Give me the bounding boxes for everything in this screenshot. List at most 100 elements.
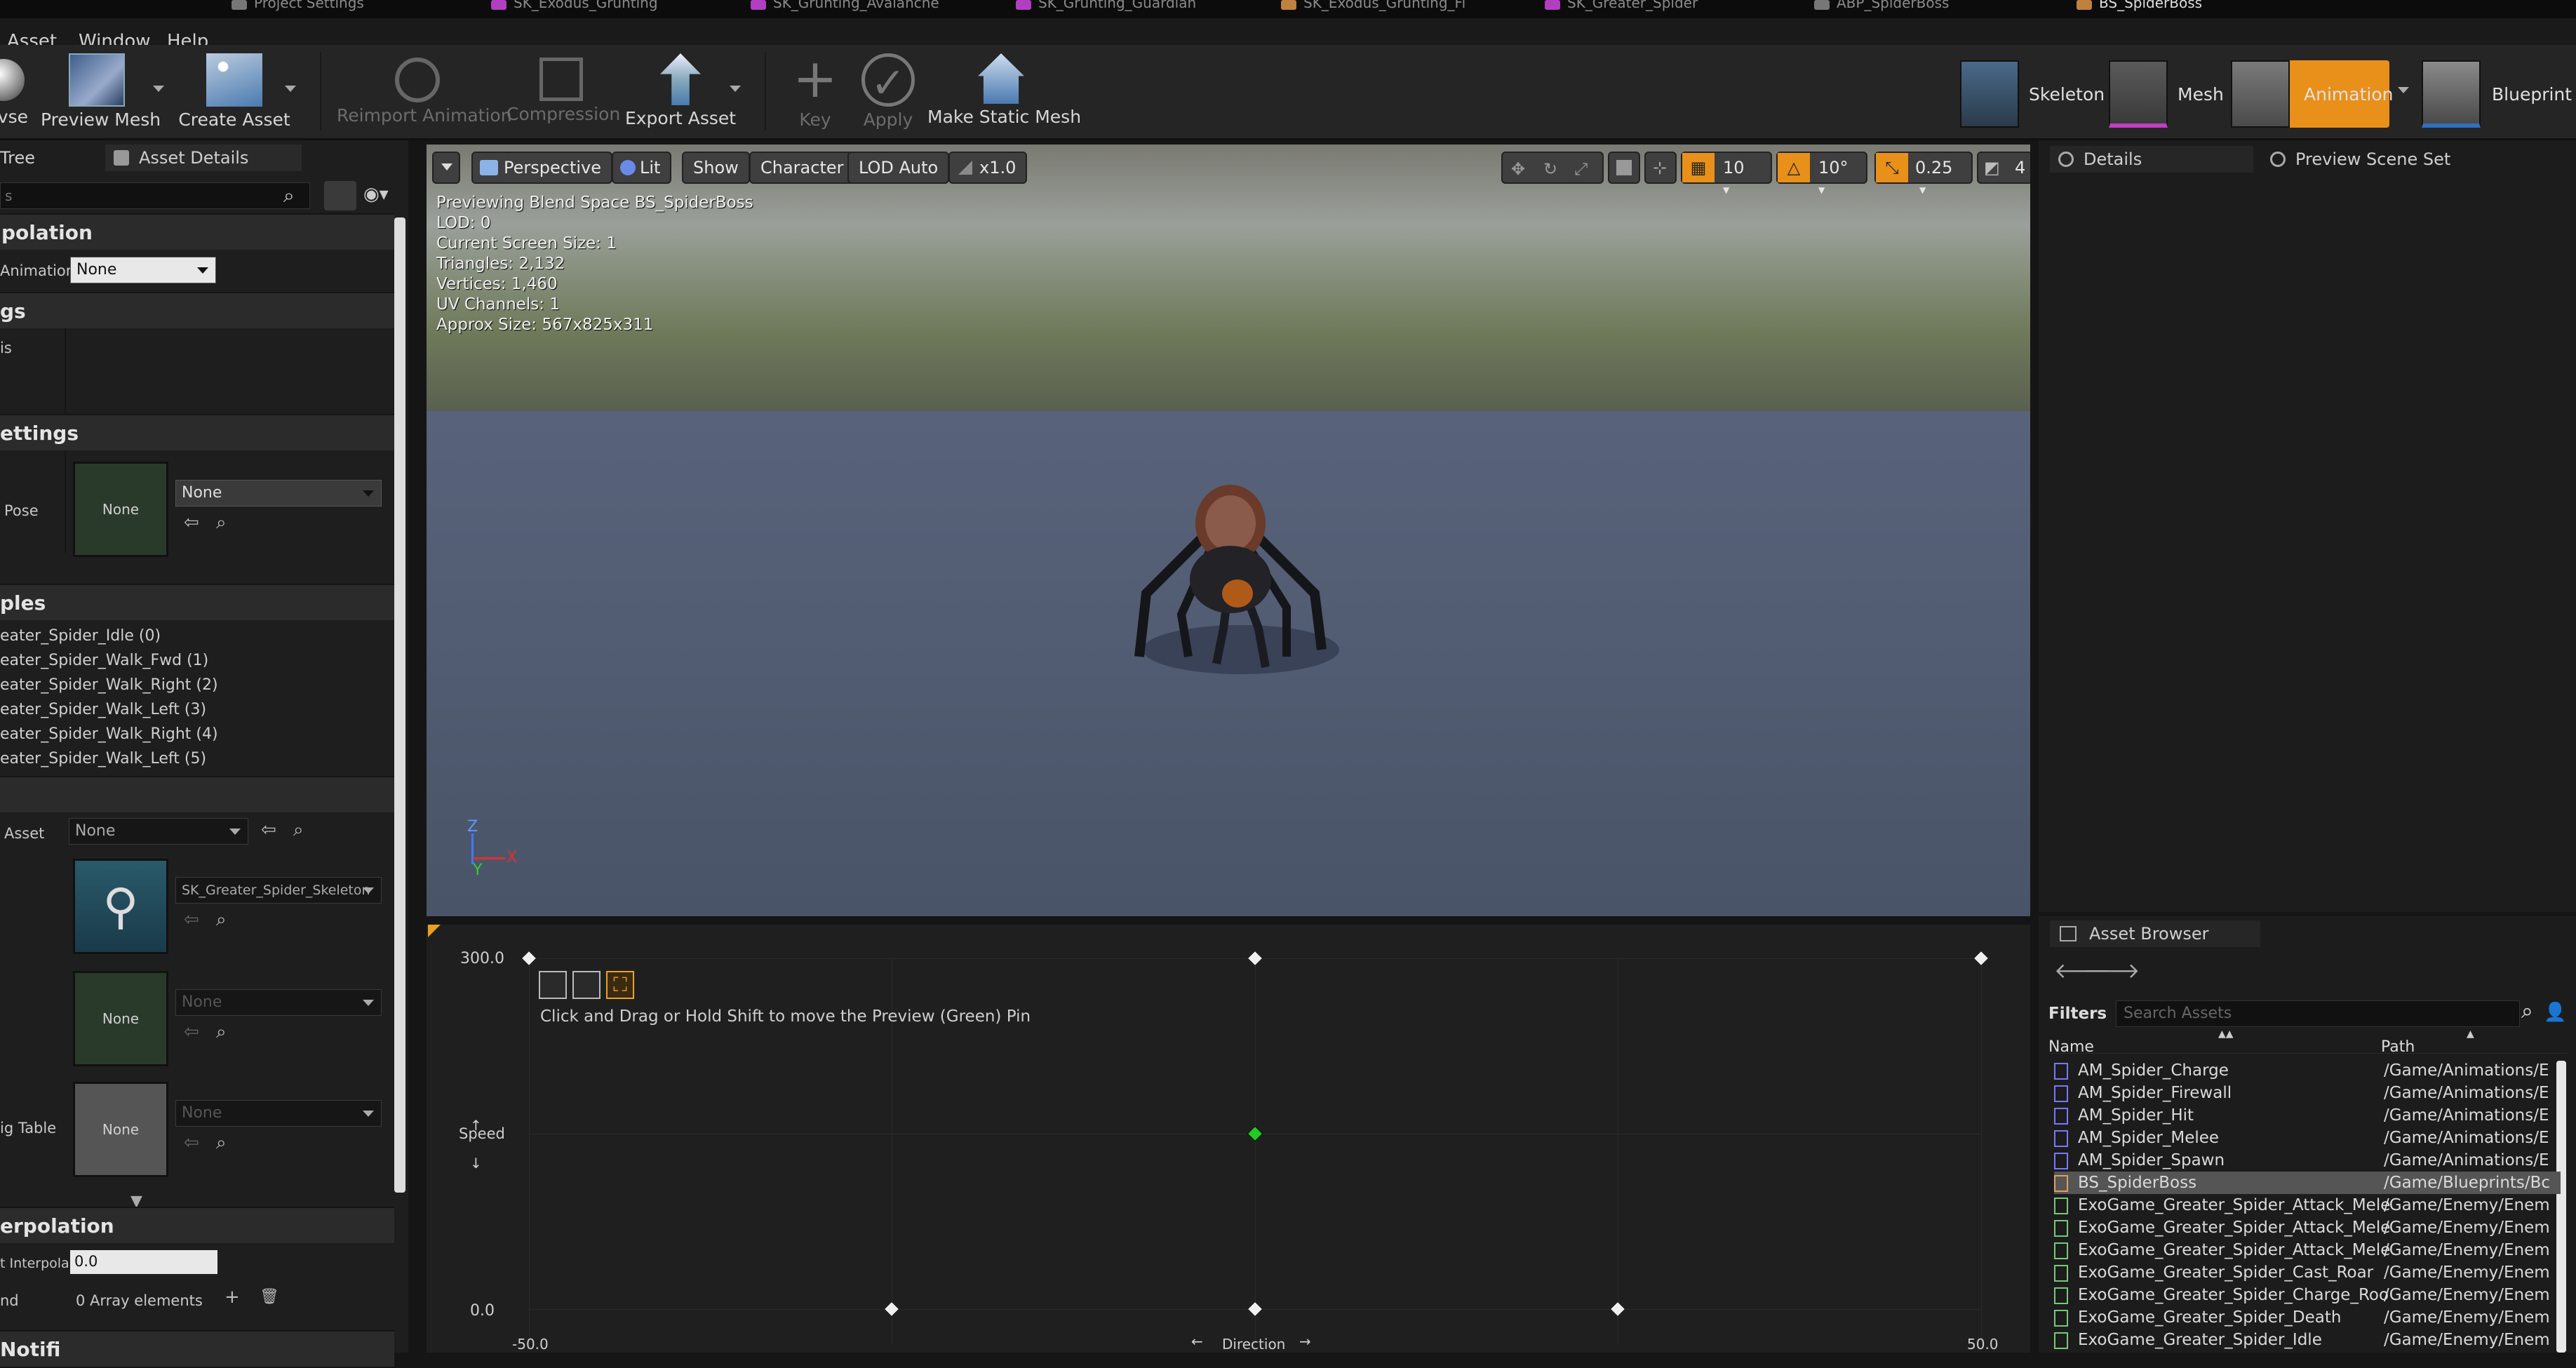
asset-row[interactable]: ExoGame_Greater_Spider_Death/Game/Enemy/… xyxy=(2054,1306,2561,1329)
sample-item[interactable]: eater_Spider_Idle (0) xyxy=(0,627,161,645)
browse-icon[interactable]: ⌕ xyxy=(216,1132,227,1154)
grid-snap-button[interactable]: ▦ 10 ▼ xyxy=(1681,152,1772,195)
transform-tools-group[interactable]: ✥ ↻ ⤢ xyxy=(1501,152,1604,184)
doc-tab-bs-spiderboss[interactable]: BS_SpiderBoss xyxy=(2077,0,2266,15)
asset-dropdown[interactable]: None xyxy=(69,818,248,845)
asset-row[interactable]: AM_Spider_Charge/Game/Animations/E xyxy=(2054,1059,2561,1082)
mode-mesh-button[interactable]: Mesh xyxy=(2109,60,2228,128)
browse-icon[interactable]: ⌕ xyxy=(293,819,304,841)
thumbnail-none[interactable]: None xyxy=(73,971,168,1066)
pose-dropdown[interactable]: None xyxy=(175,480,382,507)
export-asset-dropdown-icon[interactable] xyxy=(730,86,741,92)
asset-row[interactable]: AM_Spider_Spawn/Game/Animations/E xyxy=(2054,1149,2561,1172)
export-asset-button[interactable]: Export Asset xyxy=(624,49,737,136)
skeleton-thumbnail[interactable]: ⚲ xyxy=(73,859,168,954)
pose-thumbnail[interactable]: None xyxy=(73,462,168,557)
rotation-snap-button[interactable]: △ 10° ▼ xyxy=(1776,152,1867,195)
asset-row[interactable]: ExoGame_Greater_Spider_Attack_Mele/Game/… xyxy=(2054,1194,2561,1216)
value-dropdown[interactable]: None xyxy=(175,989,382,1016)
person-icon[interactable]: 👤 xyxy=(2544,1002,2566,1023)
sample-point[interactable] xyxy=(1609,1301,1626,1317)
blend-space-editor[interactable]: ⛶ Click and Drag or Hold Shift to move t… xyxy=(427,925,2030,1353)
sample-point[interactable] xyxy=(521,950,537,967)
scale-snap-button[interactable]: ⤡ 0.25 ▼ xyxy=(1874,152,1973,195)
create-asset-dropdown-icon[interactable] xyxy=(285,86,296,92)
column-path[interactable]: Path xyxy=(2381,1038,2415,1056)
make-static-mesh-button[interactable]: Make Static Mesh xyxy=(927,49,1081,136)
tab-asset-details[interactable]: Asset Details xyxy=(105,145,302,171)
use-selected-arrow-icon[interactable]: ⇦ xyxy=(261,819,276,840)
filters-button[interactable]: Filters xyxy=(2048,1005,2107,1023)
asset-row[interactable]: ExoGame_Greater_Spider_Attack_Mele/Game/… xyxy=(2054,1216,2561,1239)
asset-row[interactable]: ExoGame_Greater_Spider_Cast_Roar/Game/En… xyxy=(2054,1261,2561,1284)
category-samples[interactable]: ples xyxy=(0,584,394,620)
interpolation-input[interactable]: 0.0 xyxy=(70,1250,217,1274)
details-scrollbar[interactable] xyxy=(394,217,405,1193)
use-selected-arrow-icon[interactable]: ⇦ xyxy=(184,512,199,533)
fit-view-icon[interactable]: ⛶ xyxy=(606,971,634,999)
doc-tab-abp-spiderboss[interactable]: ABP_SpiderBoss xyxy=(1814,0,2004,15)
column-name[interactable]: Name xyxy=(2048,1038,2094,1056)
show-button[interactable]: Show xyxy=(682,152,750,184)
browse-icon[interactable]: ⌕ xyxy=(216,909,227,931)
sample-item[interactable]: eater_Spider_Walk_Left (3) xyxy=(0,701,206,718)
asset-row-selected[interactable]: BS_SpiderBoss/Game/Blueprints/Bc xyxy=(2054,1172,2561,1194)
mode-skeleton-button[interactable]: Skeleton xyxy=(1960,60,2105,128)
trash-icon[interactable]: 🗑 xyxy=(260,1288,279,1306)
sample-item[interactable]: eater_Spider_Walk_Right (4) xyxy=(0,725,218,743)
sample-point[interactable] xyxy=(1973,950,1990,967)
doc-tab-sk-grunting-avalanche[interactable]: SK_Grunting_Avalanche xyxy=(751,0,975,15)
eye-icon[interactable]: ◉▾ xyxy=(363,184,389,205)
category-notifies[interactable]: Notifi xyxy=(0,1330,394,1367)
use-selected-arrow-icon[interactable]: ⇦ xyxy=(184,909,199,930)
mode-blueprint-button[interactable]: Blueprint xyxy=(2422,60,2576,128)
apply-button[interactable]: ✓ Apply xyxy=(859,49,918,136)
search-icon[interactable]: ⌕ xyxy=(283,184,295,208)
sample-point[interactable] xyxy=(1247,1301,1263,1317)
animation-dropdown[interactable]: None xyxy=(70,257,216,283)
category-settings[interactable]: ettings xyxy=(0,414,394,450)
doc-tab-project-settings[interactable]: Project Settings xyxy=(232,0,372,15)
table-thumbnail[interactable]: None xyxy=(73,1082,168,1177)
playback-speed-button[interactable]: x1.0 xyxy=(948,152,1028,184)
asset-row[interactable]: AM_Spider_Firewall/Game/Animations/E xyxy=(2054,1082,2561,1104)
use-selected-arrow-icon[interactable]: ⇦ xyxy=(184,1132,199,1153)
animation-mode-dropdown-icon[interactable] xyxy=(2398,87,2409,93)
category-tags[interactable]: gs xyxy=(0,292,394,328)
lit-button[interactable]: Lit xyxy=(612,152,672,184)
sample-point[interactable] xyxy=(883,1301,900,1317)
mode-animation-button[interactable]: Animation xyxy=(2231,60,2393,128)
surface-snap-button[interactable]: ⊹ xyxy=(1644,152,1677,184)
search-icon[interactable]: ⌕ xyxy=(2521,999,2533,1024)
category-interpolation[interactable]: polation xyxy=(0,213,394,250)
asset-row[interactable]: AM_Spider_Melee/Game/Animations/E xyxy=(2054,1127,2561,1149)
asset-row[interactable]: ExoGame_Greater_Spider_Charge_Roo/Game/E… xyxy=(2054,1284,2561,1306)
camera-speed-button[interactable]: ◩ 4 xyxy=(1977,152,2030,184)
create-asset-button[interactable]: Create Asset xyxy=(178,49,290,136)
sample-item[interactable]: eater_Spider_Walk_Left (5) xyxy=(0,750,206,767)
viewport-options-button[interactable] xyxy=(432,152,460,184)
skeleton-dropdown[interactable]: SK_Greater_Spider_Skeleton xyxy=(175,877,382,904)
browse-icon[interactable]: ⌕ xyxy=(216,512,227,534)
tab-details[interactable]: Details xyxy=(2050,146,2253,173)
asset-row[interactable]: ExoGame_Greater_Spider_Attack_Mele/Game/… xyxy=(2054,1239,2561,1261)
asset-search-input[interactable]: Search Assets xyxy=(2116,1000,2520,1027)
partial-toolbar-button[interactable]: vse xyxy=(0,49,28,136)
asset-row[interactable]: AM_Spider_Hit/Game/Animations/E xyxy=(2054,1104,2561,1127)
use-selected-arrow-icon[interactable]: ⇦ xyxy=(184,1021,199,1042)
browse-icon[interactable]: ⌕ xyxy=(216,1021,227,1043)
tab-asset-browser[interactable]: Asset Browser xyxy=(2050,920,2260,947)
doc-tab-sk-exodus-grunting-fi[interactable]: SK_Exodus_Grunting_Fi xyxy=(1281,0,1505,15)
preview-viewport[interactable]: Perspective Lit Show Character LOD Auto … xyxy=(427,145,2030,916)
category-blank[interactable] xyxy=(0,776,394,812)
details-search-input[interactable]: s xyxy=(0,182,310,209)
doc-tab-sk-greater-spider[interactable]: SK_Greater_Spider xyxy=(1545,0,1755,15)
preview-mesh-button[interactable]: Preview Mesh xyxy=(41,49,161,136)
asset-row[interactable]: ExoGame_Greater_Spider_Idle/Game/Enemy/E… xyxy=(2054,1329,2561,1351)
tab-preview-scene-settings[interactable]: Preview Scene Set xyxy=(2262,146,2479,173)
doc-tab-sk-exodus-grunting[interactable]: SK_Exodus_Grunting xyxy=(491,0,702,15)
tab-skeleton-tree[interactable]: Tree xyxy=(0,145,91,171)
doc-tab-sk-grunting-guardian[interactable]: SK_Grunting_Guardian xyxy=(1016,0,1233,15)
sample-item[interactable]: eater_Spider_Walk_Right (2) xyxy=(0,676,218,694)
compression-button[interactable]: Compression xyxy=(507,49,620,136)
